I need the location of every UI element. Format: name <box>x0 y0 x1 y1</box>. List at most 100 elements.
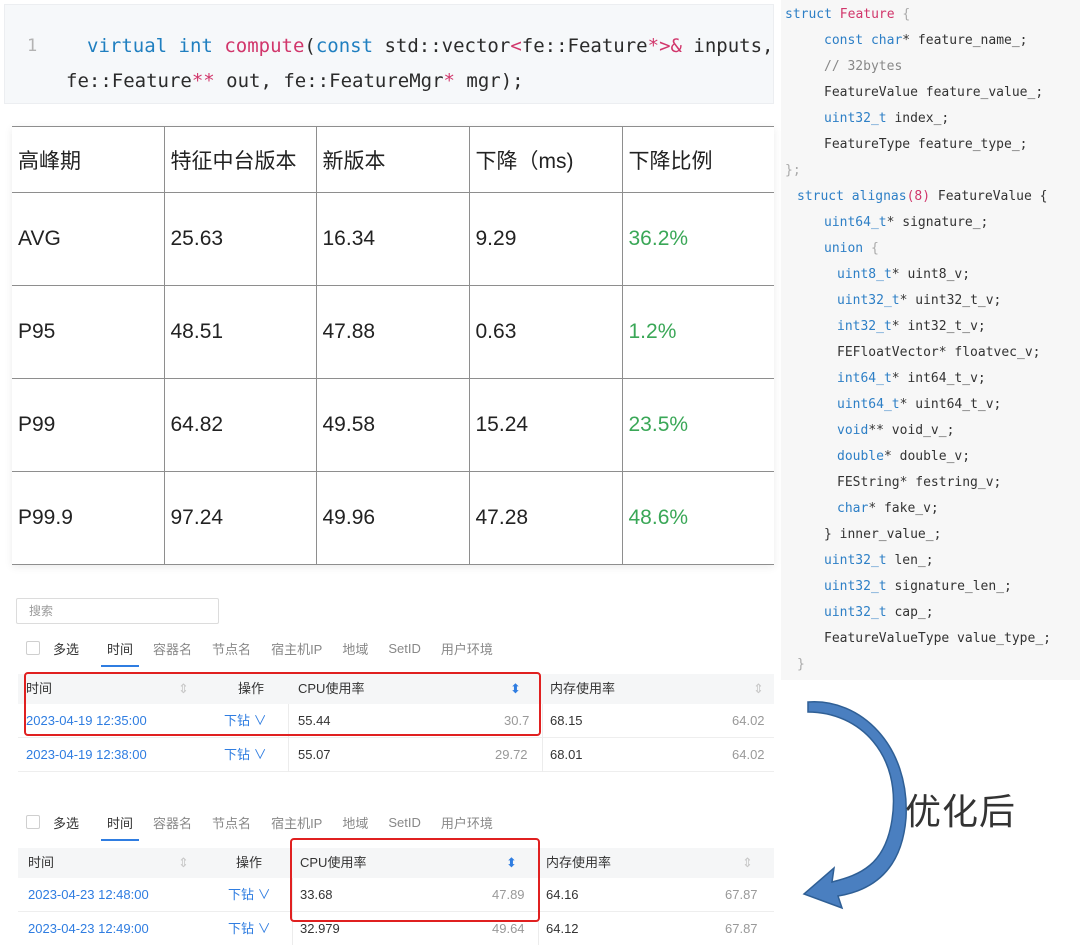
code-line: void** void_v_; <box>837 423 955 438</box>
code-line: }; <box>785 163 801 178</box>
header-cell: 下降比例 <box>621 126 774 193</box>
header-cell: 高峰期 <box>12 126 165 193</box>
table-cell-ratio: 36.2% <box>621 192 774 286</box>
code-line: uint32_t len_; <box>824 553 934 568</box>
code-line: } <box>797 657 805 672</box>
time-link[interactable]: 2023-04-23 12:49:00 <box>28 912 149 945</box>
table-cell: 15.24 <box>468 378 623 472</box>
code-line: int32_t* int32_t_v; <box>837 319 986 334</box>
table-cell: 25.63 <box>163 192 317 286</box>
line-number: 1 <box>27 36 38 56</box>
column-divider <box>542 704 543 772</box>
code-line: uint64_t* uint64_t_v; <box>837 397 1002 412</box>
table-row: P95 48.51 47.88 0.63 1.2% <box>12 285 774 379</box>
tab-multi-select[interactable]: 多选 <box>53 639 79 658</box>
column-tabs-after: 多选 时间 容器名 节点名 宿主机IP 地域 SetID 用户环境 <box>26 807 513 841</box>
code-line: uint32_t cap_; <box>824 605 934 620</box>
memory-value: 68.15 <box>550 713 583 728</box>
optimized-label: 优化后 <box>905 792 1017 833</box>
drill-down-dropdown[interactable]: 下钻 ∨ <box>228 878 271 912</box>
column-header-action: 操作 <box>236 855 263 870</box>
table-cell: 97.24 <box>163 471 317 565</box>
header-cell: 特征中台版本 <box>163 126 317 193</box>
code-line: uint32_t signature_len_; <box>824 579 1012 594</box>
code-line: FeatureValueType value_type_; <box>824 631 1051 646</box>
column-header-memory[interactable]: 内存使用率 <box>550 674 615 704</box>
sort-icon[interactable]: ⇕ <box>742 848 753 878</box>
column-header-memory[interactable]: 内存使用率 <box>546 848 611 878</box>
tab-user-env[interactable]: 用户环境 <box>441 639 493 658</box>
code-line: int64_t* int64_t_v; <box>837 371 986 386</box>
table-cell: 64.82 <box>163 378 317 472</box>
code-line: FeatureValue feature_value_; <box>824 85 1044 100</box>
code-line: } inner_value_; <box>824 527 942 542</box>
code-line: FEString* festring_v; <box>837 475 1002 490</box>
code-line: struct alignas(8) FeatureValue { <box>797 189 1048 204</box>
tab-host-ip[interactable]: 宿主机IP <box>271 813 322 832</box>
table-row: P99.9 97.24 49.96 47.28 48.6% <box>12 471 774 565</box>
code-line: char* fake_v; <box>837 501 939 516</box>
code-panel-feature-struct: struct Feature { const char* feature_nam… <box>781 0 1080 680</box>
table-cell: P99.9 <box>12 471 165 565</box>
cpu-value: 55.07 <box>298 747 331 762</box>
table-cell: 47.88 <box>315 285 470 379</box>
table-cell-ratio: 48.6% <box>621 471 774 565</box>
table-cell: 16.34 <box>315 192 470 286</box>
code-snippet-compute: 1 virtual int compute(const std::vector<… <box>4 4 774 104</box>
memory-value: 64.12 <box>546 921 579 936</box>
header-cell: 新版本 <box>315 126 470 193</box>
search-input[interactable]: 搜索 <box>16 598 219 624</box>
table-cell: 0.63 <box>468 285 623 379</box>
tab-time[interactable]: 时间 <box>101 813 140 841</box>
arrow-shape <box>802 701 907 910</box>
drill-down-dropdown[interactable]: 下钻 ∨ <box>224 738 267 772</box>
tab-user-env[interactable]: 用户环境 <box>441 813 493 832</box>
tab-time[interactable]: 时间 <box>101 639 140 667</box>
multi-select-checkbox[interactable] <box>26 815 40 829</box>
code-line: FEFloatVector* floatvec_v; <box>837 345 1041 360</box>
memory-value: 68.01 <box>550 747 583 762</box>
code-line: const char* feature_name_; <box>824 33 1028 48</box>
memory-secondary-value: 67.87 <box>725 887 758 902</box>
tab-setid[interactable]: SetID <box>388 641 421 656</box>
sort-icon[interactable]: ⇕ <box>178 848 189 878</box>
tab-node-name[interactable]: 节点名 <box>212 813 251 832</box>
highlight-box-after <box>290 838 540 922</box>
tab-container-name[interactable]: 容器名 <box>153 639 192 658</box>
tab-multi-select[interactable]: 多选 <box>53 813 79 832</box>
code-line: double* double_v; <box>837 449 971 464</box>
tab-region[interactable]: 地域 <box>342 813 368 832</box>
time-link[interactable]: 2023-04-23 12:48:00 <box>28 878 149 912</box>
container-monitor-panel: 搜索 多选 时间 容器名 节点名 宿主机IP 地域 SetID 用户环境 时间 … <box>12 592 780 945</box>
tab-host-ip[interactable]: 宿主机IP <box>271 639 322 658</box>
column-tabs-before: 多选 时间 容器名 节点名 宿主机IP 地域 SetID 用户环境 <box>26 633 513 667</box>
header-cell: 下降（ms) <box>468 126 623 193</box>
tab-node-name[interactable]: 节点名 <box>212 639 251 658</box>
table-cell: 49.96 <box>315 471 470 565</box>
multi-select-checkbox[interactable] <box>26 641 40 655</box>
memory-secondary-value: 64.02 <box>732 713 765 728</box>
tab-setid[interactable]: SetID <box>388 815 421 830</box>
highlight-box-before <box>24 672 541 736</box>
code-line: struct Feature { <box>785 7 911 22</box>
curved-arrow-icon <box>802 701 907 910</box>
column-header-time[interactable]: 时间 <box>28 848 54 878</box>
table-cell: 49.58 <box>315 378 470 472</box>
code-line: uint32_t index_; <box>824 111 950 126</box>
tab-container-name[interactable]: 容器名 <box>153 813 192 832</box>
time-link[interactable]: 2023-04-19 12:38:00 <box>26 738 147 772</box>
memory-secondary-value: 64.02 <box>732 747 765 762</box>
tab-region[interactable]: 地域 <box>342 639 368 658</box>
sort-icon[interactable]: ⇕ <box>753 674 764 704</box>
memory-value: 64.16 <box>546 887 579 902</box>
table-cell: 9.29 <box>468 192 623 286</box>
code-line: uint8_t* uint8_v; <box>837 267 971 282</box>
cpu-secondary-value: 29.72 <box>495 747 528 762</box>
latency-comparison-table: 高峰期 特征中台版本 新版本 下降（ms) 下降比例 AVG 25.63 16.… <box>12 126 774 565</box>
code-line-2: fe::Feature** out, fe::FeatureMgr* mgr); <box>66 70 524 92</box>
code-line: union { <box>824 241 879 256</box>
table-cell-ratio: 23.5% <box>621 378 774 472</box>
table-cell: 48.51 <box>163 285 317 379</box>
table-row: AVG 25.63 16.34 9.29 36.2% <box>12 192 774 286</box>
drill-down-dropdown[interactable]: 下钻 ∨ <box>228 912 271 945</box>
